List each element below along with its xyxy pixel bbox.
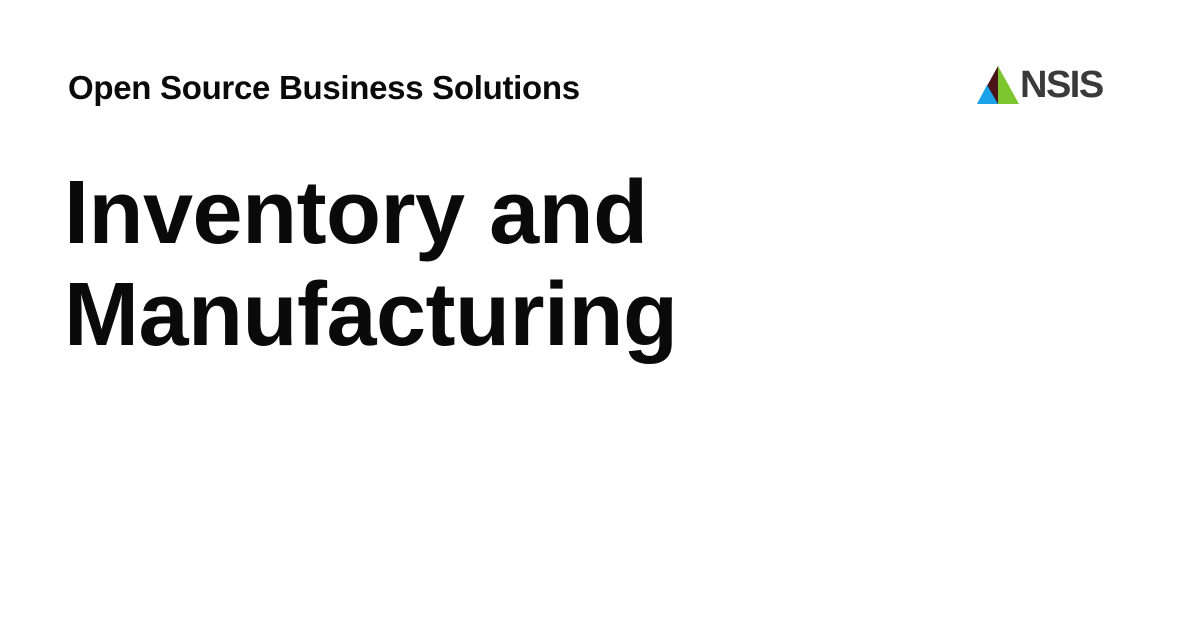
page-title-line-2: Manufacturing xyxy=(64,265,678,365)
tricolor-triangle-logo-icon xyxy=(977,66,1019,104)
tagline: Open Source Business Solutions xyxy=(68,69,580,106)
page-title: Inventory and Manufacturing xyxy=(64,162,678,366)
page-title-line-1: Inventory and xyxy=(64,163,648,263)
logo-wordmark: NSIS xyxy=(1020,64,1104,106)
social-card: Open Source Business Solutions NSIS Inve… xyxy=(0,0,1200,630)
brand-logo: NSIS xyxy=(977,64,1104,106)
logo-mark-green xyxy=(998,66,1019,104)
